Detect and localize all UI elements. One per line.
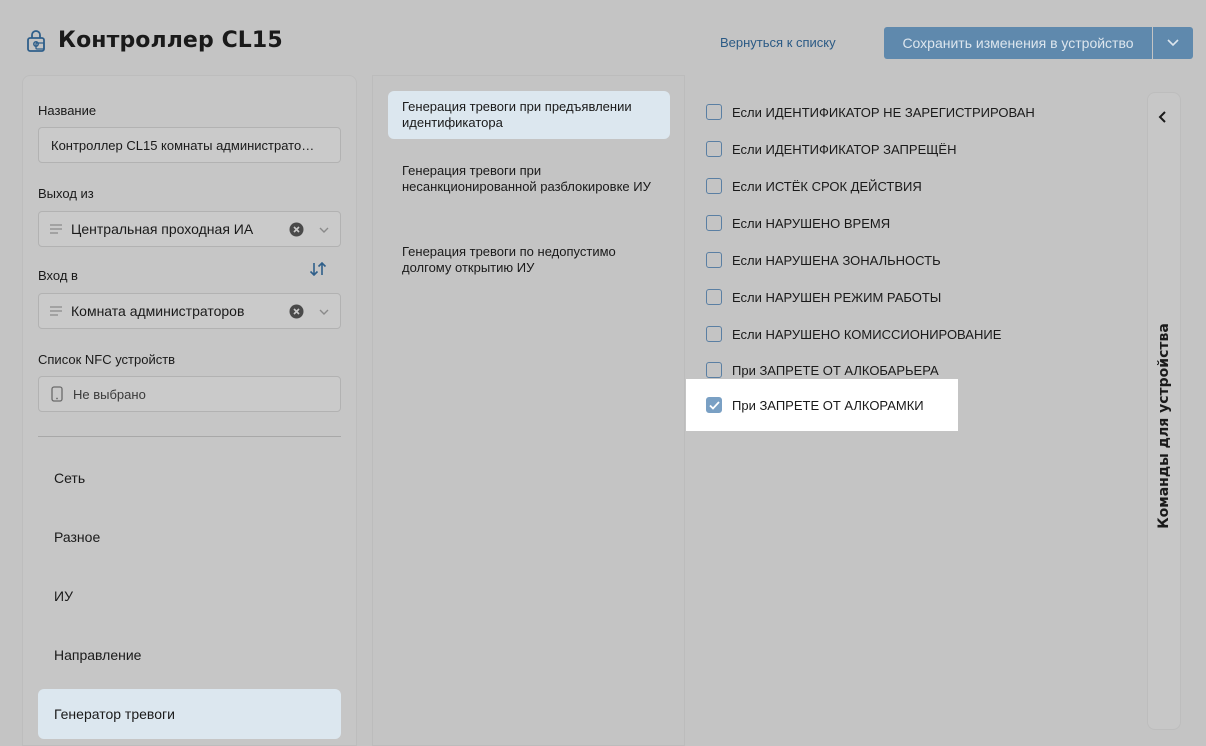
- chevron-down-icon[interactable]: [318, 224, 330, 236]
- swap-direction-icon[interactable]: [309, 262, 327, 276]
- checkbox[interactable]: [706, 178, 722, 194]
- condition-label: Если ИДЕНТИФИКАТОР ЗАПРЕЩЁН: [732, 141, 957, 157]
- checkbox-checked[interactable]: [706, 397, 722, 413]
- nav-item-direction[interactable]: Направление: [38, 630, 341, 680]
- condition-commissioning-violated[interactable]: Если НАРУШЕНО КОМИССИОНИРОВАНИЕ: [686, 316, 1001, 352]
- save-dropdown-button[interactable]: [1153, 27, 1193, 59]
- condition-label: Если НАРУШЕНО ВРЕМЯ: [732, 215, 891, 231]
- lock-icon: [27, 29, 45, 52]
- checkbox[interactable]: [706, 326, 722, 342]
- checkbox[interactable]: [706, 104, 722, 120]
- list-icon: [50, 306, 62, 316]
- condition-label: Если НАРУШЕНО КОМИССИОНИРОВАНИЕ: [732, 326, 1002, 342]
- condition-label: Если ИСТЁК СРОК ДЕЙСТВИЯ: [732, 178, 922, 194]
- alarm-type-long-open[interactable]: Генерация тревоги по недопустимо долгому…: [388, 236, 670, 284]
- back-to-list-link[interactable]: Вернуться к списку: [720, 35, 836, 50]
- header: Контроллер CL15 Вернуться к списку Сохра…: [0, 0, 1206, 76]
- condition-label: Если ИДЕНТИФИКАТОР НЕ ЗАРЕГИСТРИРОВАН: [732, 104, 1035, 120]
- exit-from-label: Выход из: [38, 186, 94, 201]
- exit-from-select[interactable]: Центральная проходная ИА: [38, 211, 341, 247]
- entry-to-select[interactable]: Комната администраторов: [38, 293, 341, 329]
- nfc-devices-select[interactable]: Не выбрано: [38, 376, 341, 412]
- condition-work-mode-violated[interactable]: Если НАРУШЕН РЕЖИМ РАБОТЫ: [686, 279, 941, 315]
- phone-icon: [51, 386, 63, 402]
- list-icon: [50, 224, 62, 234]
- check-icon: [708, 400, 720, 410]
- page-title: Контроллер CL15: [58, 28, 283, 53]
- chevron-left-icon[interactable]: [1156, 110, 1170, 124]
- condition-label: При ЗАПРЕТЕ ОТ АЛКОБАРЬЕРА: [732, 362, 939, 378]
- condition-zonality-violated[interactable]: Если НАРУШЕНА ЗОНАЛЬНОСТЬ: [686, 242, 941, 278]
- condition-time-violated[interactable]: Если НАРУШЕНО ВРЕМЯ: [686, 205, 890, 241]
- divider: [38, 436, 341, 437]
- clear-icon[interactable]: [289, 222, 304, 237]
- checkbox[interactable]: [706, 252, 722, 268]
- chevron-down-icon: [1167, 39, 1179, 47]
- alarm-type-identifier[interactable]: Генерация тревоги при предъявлении идент…: [388, 91, 670, 139]
- nav-item-alarm-generator[interactable]: Генератор тревоги: [38, 689, 341, 739]
- save-changes-button[interactable]: Сохранить изменения в устройство: [884, 27, 1152, 59]
- name-field[interactable]: Контроллер CL15 комнаты администрато…: [38, 127, 341, 163]
- clear-icon[interactable]: [289, 304, 304, 319]
- nav-item-network[interactable]: Сеть: [38, 453, 341, 503]
- nfc-devices-label: Список NFC устройств: [38, 352, 176, 367]
- condition-label: Если НАРУШЕНА ЗОНАЛЬНОСТЬ: [732, 252, 941, 268]
- nav-item-misc[interactable]: Разное: [38, 512, 341, 562]
- chevron-down-icon[interactable]: [318, 306, 330, 318]
- checkbox[interactable]: [706, 362, 722, 378]
- device-commands-label: Команды для устройства: [1156, 323, 1172, 529]
- condition-label: При ЗАПРЕТЕ ОТ АЛКОРАМКИ: [732, 397, 924, 413]
- checkbox[interactable]: [706, 215, 722, 231]
- entry-to-value: Комната администраторов: [71, 303, 245, 319]
- condition-label: Если НАРУШЕН РЕЖИМ РАБОТЫ: [732, 289, 942, 305]
- alarm-type-unauthorized-unlock[interactable]: Генерация тревоги при несанкционированно…: [388, 155, 670, 203]
- nav-item-iu[interactable]: ИУ: [38, 571, 341, 621]
- checkbox[interactable]: [706, 289, 722, 305]
- name-label: Название: [38, 103, 97, 118]
- title-wrap: Контроллер CL15: [26, 28, 283, 53]
- condition-forbidden[interactable]: Если ИДЕНТИФИКАТОР ЗАПРЕЩЁН: [686, 131, 957, 167]
- condition-expired[interactable]: Если ИСТЁК СРОК ДЕЙСТВИЯ: [686, 168, 922, 204]
- nfc-placeholder: Не выбрано: [73, 386, 146, 402]
- checkbox[interactable]: [706, 141, 722, 157]
- condition-not-registered[interactable]: Если ИДЕНТИФИКАТОР НЕ ЗАРЕГИСТРИРОВАН: [686, 94, 1035, 130]
- exit-from-value: Центральная проходная ИА: [71, 221, 254, 237]
- entry-to-label: Вход в: [38, 268, 78, 283]
- condition-alcoframe[interactable]: При ЗАПРЕТЕ ОТ АЛКОРАМКИ: [686, 379, 958, 431]
